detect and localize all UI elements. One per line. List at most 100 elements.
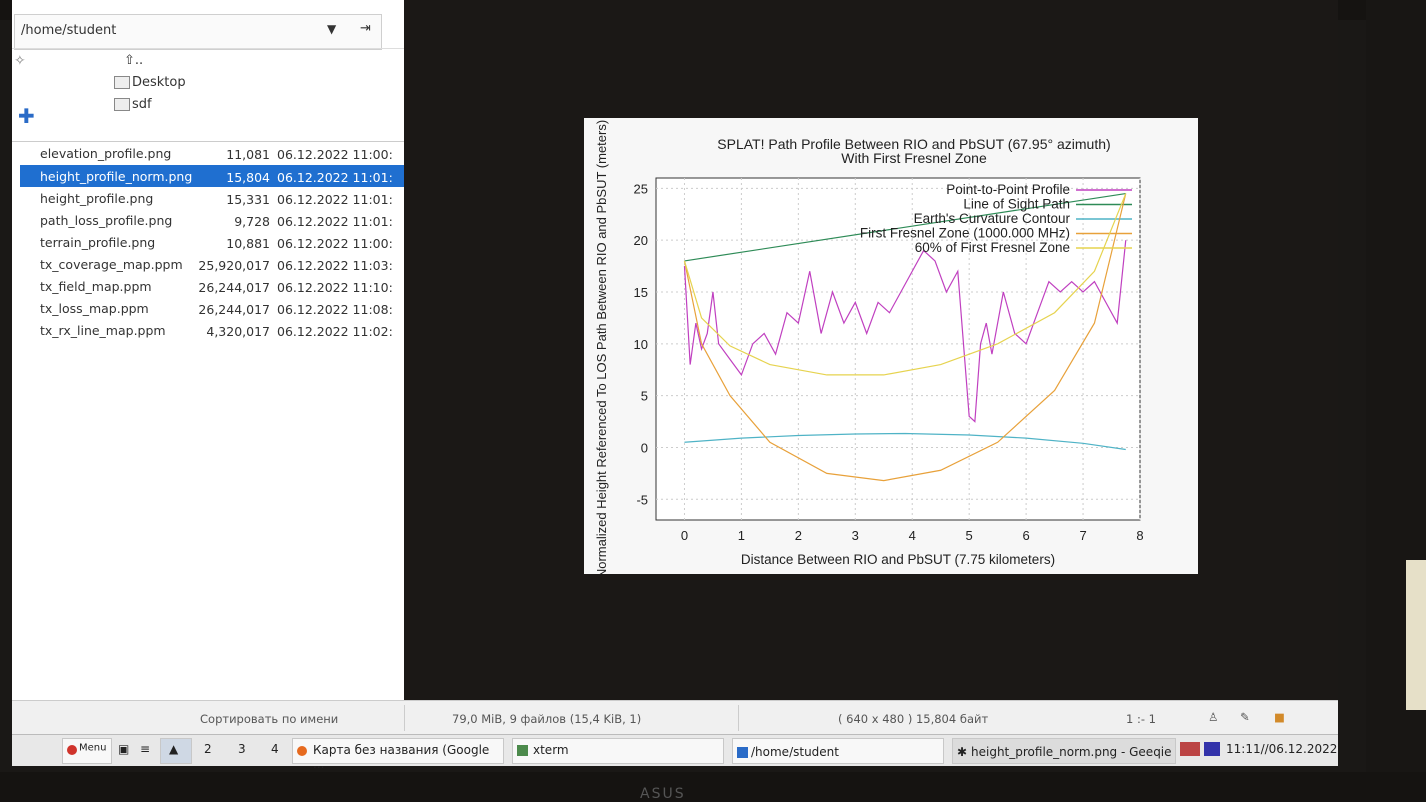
- task-firefox[interactable]: Карта без названия (Google ...: [292, 738, 504, 771]
- y-tick-label: 25: [634, 181, 648, 196]
- file-row[interactable]: tx_rx_line_map.ppm 4,320,017 06.12.2022 …: [20, 319, 404, 341]
- folder-summary: 79,0 MiB, 9 файлов (15,4 KiB, 1): [452, 712, 642, 726]
- taskbar: Menu ▣ ≡ ▲ 2 3 4 Карта без названия (Goo…: [12, 734, 1338, 771]
- file-row[interactable]: path_loss_profile.png 9,728 06.12.2022 1…: [20, 209, 404, 231]
- legend-label: Point-to-Point Profile: [946, 182, 1070, 197]
- terminal-icon[interactable]: ≡: [140, 742, 150, 756]
- person-icon[interactable]: ♙: [1208, 710, 1218, 724]
- file-name: tx_coverage_map.ppm: [40, 257, 183, 272]
- folder-app-icon: [737, 745, 751, 759]
- chevron-down-icon[interactable]: ▼: [327, 22, 336, 36]
- workspace-2[interactable]: 2: [204, 742, 212, 756]
- y-axis-label: Normalized Height Referenced To LOS Path…: [594, 120, 609, 574]
- y-tick-label: -5: [636, 492, 648, 507]
- x-tick-label: 2: [795, 528, 802, 543]
- dir-sdf[interactable]: sdf: [114, 97, 152, 112]
- file-date: 06.12.2022 11:10:: [277, 280, 393, 295]
- task-geeqie[interactable]: ✱ height_profile_norm.png - Geeqie: [952, 738, 1176, 764]
- menu-button[interactable]: Menu: [62, 738, 112, 764]
- menu-label: Menu: [79, 742, 107, 754]
- file-name: elevation_profile.png: [40, 146, 172, 161]
- x-tick-label: 3: [852, 528, 859, 543]
- workspace-3[interactable]: 3: [238, 742, 246, 756]
- y-tick-label: 20: [634, 233, 648, 248]
- debian-icon: [67, 745, 77, 755]
- file-row[interactable]: tx_field_map.ppm 26,244,017 06.12.2022 1…: [20, 275, 404, 297]
- file-name: tx_loss_map.ppm: [40, 301, 149, 316]
- show-desktop-icon[interactable]: ▣: [118, 742, 129, 756]
- file-panel: /home/student ▼ ⇥ ✧ ⇧.. Desktop sdf ✚ el…: [12, 0, 405, 700]
- network-icon[interactable]: [1204, 741, 1223, 756]
- file-name: height_profile_norm.png: [40, 169, 193, 184]
- image-info: ( 640 x 480 ) 15,804 байт: [838, 712, 989, 726]
- x-tick-label: 0: [681, 528, 688, 543]
- task-label: xterm: [533, 743, 569, 757]
- x-axis-label: Distance Between RIO and PbSUT (7.75 kil…: [741, 552, 1055, 567]
- zoom-level: 1 :- 1: [1126, 712, 1156, 726]
- monitor-bezel-bottom: [0, 772, 1426, 802]
- bookmark-icon[interactable]: ✧: [14, 53, 26, 69]
- y-tick-label: 5: [641, 389, 648, 404]
- file-date: 06.12.2022 11:00:: [277, 147, 393, 162]
- workspace-4[interactable]: 4: [271, 742, 279, 756]
- file-size: 15,331: [226, 192, 270, 207]
- file-name: terrain_profile.png: [40, 235, 156, 250]
- x-tick-label: 7: [1079, 528, 1086, 543]
- file-size: 26,244,017: [198, 280, 270, 295]
- path-combobox[interactable]: /home/student ▼ ⇥: [14, 14, 382, 50]
- file-size: 11,081: [226, 147, 270, 162]
- workspace-1[interactable]: ▲: [160, 738, 192, 764]
- directory-list: ✧ ⇧.. Desktop sdf: [12, 49, 404, 141]
- file-row[interactable]: tx_coverage_map.ppm 25,920,017 06.12.202…: [20, 253, 404, 275]
- file-row[interactable]: elevation_profile.png 11,081 06.12.2022 …: [20, 142, 404, 164]
- desktop-icon: ▲: [169, 742, 179, 756]
- file-name: path_loss_profile.png: [40, 213, 173, 228]
- go-icon[interactable]: ⇥: [360, 21, 371, 36]
- xterm-icon: [517, 743, 531, 757]
- x-tick-label: 1: [738, 528, 745, 543]
- x-tick-label: 4: [909, 528, 916, 543]
- pencil-icon[interactable]: ✎: [1240, 710, 1250, 724]
- legend-label: 60% of First Fresnel Zone: [915, 240, 1070, 255]
- divider: [404, 705, 405, 731]
- x-tick-label: 8: [1136, 528, 1143, 543]
- task-file-manager[interactable]: /home/student: [732, 738, 944, 764]
- dir-label: ..: [134, 53, 144, 68]
- file-row[interactable]: tx_loss_map.ppm 26,244,017 06.12.2022 11…: [20, 297, 404, 319]
- y-tick-label: 0: [641, 440, 648, 455]
- task-label: height_profile_norm.png - Geeqie: [971, 745, 1172, 759]
- dir-parent[interactable]: ⇧..: [124, 53, 143, 68]
- legend-label: Earth's Curvature Contour: [914, 211, 1071, 226]
- divider: [738, 705, 739, 731]
- file-date: 06.12.2022 11:00:: [277, 236, 393, 251]
- file-size: 15,804: [226, 170, 270, 185]
- legend-label: Line of Sight Path: [963, 197, 1070, 212]
- plot-image: 0 1 2 3 4 5 6 7 8 25 20 15 10 5 0 -5 SPLAT! Path Profile…: [584, 118, 1198, 574]
- clock[interactable]: 11:11//06.12.2022: [1226, 742, 1337, 756]
- file-row-selected[interactable]: height_profile_norm.png 15,804 06.12.202…: [20, 165, 404, 187]
- file-size: 26,244,017: [198, 302, 270, 317]
- file-row[interactable]: terrain_profile.png 10,881 06.12.2022 11…: [20, 231, 404, 253]
- keyboard-layout-icon[interactable]: [1180, 741, 1203, 756]
- dir-desktop[interactable]: Desktop: [114, 75, 186, 90]
- monitor-logo: ASUS: [640, 786, 686, 802]
- task-xterm[interactable]: xterm: [512, 738, 724, 764]
- y-tick-label: 10: [634, 337, 648, 352]
- file-size: 10,881: [226, 236, 270, 251]
- add-bookmark-icon[interactable]: ✚: [18, 104, 35, 128]
- task-label: /home/student: [751, 745, 839, 759]
- file-size: 25,920,017: [198, 258, 270, 273]
- file-row[interactable]: height_profile.png 15,331 06.12.2022 11:…: [20, 187, 404, 209]
- color-profile-icon[interactable]: ■: [1274, 710, 1285, 724]
- dir-label: Desktop: [132, 75, 186, 90]
- y-tick-label: 15: [634, 285, 648, 300]
- sort-button[interactable]: Сортировать по имени: [200, 712, 338, 726]
- file-name: tx_field_map.ppm: [40, 279, 152, 294]
- file-name: tx_rx_line_map.ppm: [40, 323, 166, 338]
- background-object: [1406, 560, 1426, 710]
- file-date: 06.12.2022 11:08:: [277, 302, 393, 317]
- file-date: 06.12.2022 11:01:: [277, 170, 393, 185]
- geeqie-icon: ✱: [957, 745, 968, 759]
- file-size: 9,728: [234, 214, 270, 229]
- folder-icon: [114, 76, 130, 89]
